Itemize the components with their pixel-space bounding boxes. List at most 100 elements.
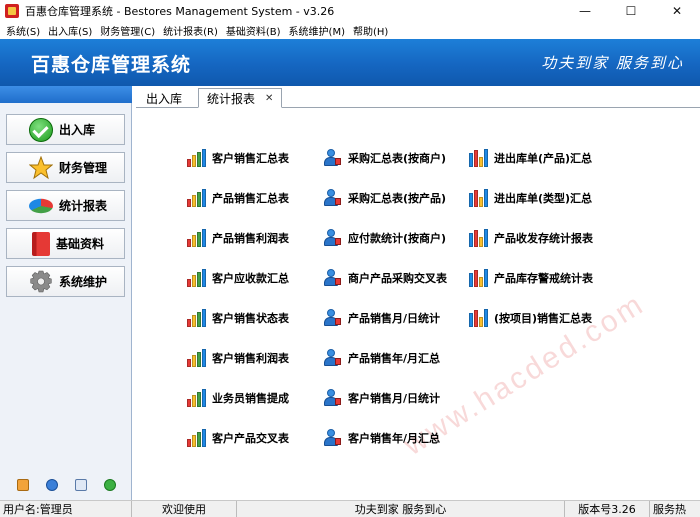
sidebar-item-label: 系统维护 <box>59 275 108 289</box>
bar-chart-icon <box>468 268 490 288</box>
report-link[interactable]: 客户产品交叉表 <box>186 428 289 448</box>
report-label: (按项目)销售汇总表 <box>494 312 593 325</box>
tab-label: 统计报表 <box>207 91 256 106</box>
report-label: 客户销售汇总表 <box>212 152 289 165</box>
menu-basic-data[interactable]: 基础资料(B) <box>222 23 285 38</box>
bar-chart-icon <box>186 348 208 368</box>
report-link[interactable]: 客户销售利润表 <box>186 348 289 368</box>
sidebar-item-reports[interactable]: 统计报表 <box>6 190 125 221</box>
user-report-icon <box>322 188 344 208</box>
minimize-button[interactable]: — <box>562 0 608 22</box>
report-link[interactable]: 商户产品采购交叉表 <box>322 268 447 288</box>
report-label: 产品销售月/日统计 <box>348 312 441 325</box>
sidebar-item-basic-data[interactable]: 基础资料 <box>6 228 125 259</box>
menu-system[interactable]: 系统(S) <box>2 23 44 38</box>
status-user: 用户名:管理员 <box>0 500 132 517</box>
maximize-button[interactable]: ☐ <box>608 0 654 22</box>
report-link[interactable]: 客户销售月/日统计 <box>322 388 440 408</box>
status-welcome: 欢迎使用 <box>132 500 237 517</box>
report-link[interactable]: 产品销售月/日统计 <box>322 308 440 328</box>
user-report-icon <box>322 308 344 328</box>
menu-maintenance[interactable]: 系统维护(M) <box>285 23 349 38</box>
star-icon <box>28 155 54 180</box>
report-link[interactable]: 客户应收款汇总 <box>186 268 289 288</box>
close-button[interactable]: ✕ <box>654 0 700 22</box>
help-icon[interactable] <box>45 479 58 491</box>
report-label: 产品销售年/月汇总 <box>348 352 441 365</box>
app-icon <box>5 4 19 18</box>
report-link[interactable]: 产品销售利润表 <box>186 228 289 248</box>
report-label: 客户产品交叉表 <box>212 432 289 445</box>
report-link[interactable]: 产品库存警戒统计表 <box>468 268 593 288</box>
bar-chart-icon <box>468 188 490 208</box>
edit-icon[interactable] <box>16 479 29 491</box>
menu-reports[interactable]: 统计报表(R) <box>159 23 222 38</box>
report-label: 应付款统计(按商户) <box>348 232 447 245</box>
window-controls: — ☐ ✕ <box>562 0 700 22</box>
user-report-icon <box>322 228 344 248</box>
report-link[interactable]: 进出库单(类型)汇总 <box>468 188 592 208</box>
report-link[interactable]: 进出库单(产品)汇总 <box>468 148 592 168</box>
search-icon[interactable] <box>74 479 87 491</box>
menu-stock[interactable]: 出入库(S) <box>44 23 96 38</box>
report-link[interactable]: 业务员销售提成 <box>186 388 289 408</box>
title-bar: 百惠仓库管理系统 - Bestores Management System - … <box>0 0 700 22</box>
bar-chart-icon <box>186 308 208 328</box>
bar-chart-icon <box>468 148 490 168</box>
report-label: 采购汇总表(按产品) <box>348 192 447 205</box>
report-link[interactable]: 采购汇总表(按商户) <box>322 148 446 168</box>
sidebar-header <box>0 86 132 103</box>
report-link[interactable]: 应付款统计(按商户) <box>322 228 446 248</box>
report-label: 客户销售状态表 <box>212 312 289 325</box>
banner-title: 百惠仓库管理系统 <box>31 54 192 76</box>
report-link[interactable]: 客户销售汇总表 <box>186 148 289 168</box>
report-label: 客户销售利润表 <box>212 352 289 365</box>
report-link[interactable]: (按项目)销售汇总表 <box>468 308 592 328</box>
report-label: 客户销售年/月汇总 <box>348 432 441 445</box>
gear-icon <box>29 270 53 294</box>
sidebar-item-label: 统计报表 <box>59 199 108 213</box>
close-icon[interactable]: ✕ <box>265 93 273 104</box>
user-report-icon <box>322 388 344 408</box>
report-link[interactable]: 客户销售状态表 <box>186 308 289 328</box>
report-label: 业务员销售提成 <box>212 392 289 405</box>
report-link[interactable]: 产品销售年/月汇总 <box>322 348 440 368</box>
status-slogan: 功夫到家 服务到心 <box>237 500 565 517</box>
banner: 百惠仓库管理系统 功夫到家 服务到心 <box>0 39 700 86</box>
menu-finance[interactable]: 财务管理(C) <box>96 23 159 38</box>
report-link[interactable]: 产品收发存统计报表 <box>468 228 593 248</box>
sidebar-toolbar <box>0 476 132 494</box>
check-icon <box>29 117 53 142</box>
bar-chart-icon <box>186 228 208 248</box>
tab-stock[interactable]: 出入库 <box>138 88 190 108</box>
bar-chart-icon <box>468 308 490 328</box>
reports-panel: www.hacded.com 客户销售汇总表 产品销售汇总表 产品销售利润表 客户应收… <box>136 108 700 500</box>
tab-reports[interactable]: 统计报表 ✕ <box>198 88 283 108</box>
report-label: 产品收发存统计报表 <box>494 232 593 245</box>
report-link[interactable]: 客户销售年/月汇总 <box>322 428 440 448</box>
report-link[interactable]: 产品销售汇总表 <box>186 188 289 208</box>
bar-chart-icon <box>186 148 208 168</box>
bar-chart-icon <box>186 388 208 408</box>
banner-slogan: 功夫到家 服务到心 <box>541 54 684 72</box>
exit-icon[interactable] <box>103 479 116 491</box>
sidebar: 出入库 财务管理 统计报表 基础资料 系统维护 <box>0 86 132 500</box>
report-label: 进出库单(类型)汇总 <box>494 192 593 205</box>
sidebar-item-label: 出入库 <box>59 123 96 137</box>
report-link[interactable]: 采购汇总表(按产品) <box>322 188 446 208</box>
sidebar-item-stock[interactable]: 出入库 <box>6 114 125 145</box>
sidebar-item-maintenance[interactable]: 系统维护 <box>6 266 125 297</box>
status-version: 版本号3.26 <box>565 500 650 517</box>
tab-label: 出入库 <box>146 91 183 106</box>
sidebar-item-label: 基础资料 <box>56 237 105 251</box>
menu-bar: 系统(S) 出入库(S) 财务管理(C) 统计报表(R) 基础资料(B) 系统维… <box>0 22 700 39</box>
user-report-icon <box>322 268 344 288</box>
bar-chart-icon <box>468 228 490 248</box>
bar-chart-icon <box>186 188 208 208</box>
report-label: 采购汇总表(按商户) <box>348 152 447 165</box>
report-label: 产品库存警戒统计表 <box>494 272 593 285</box>
status-service: 服务热 <box>653 503 686 516</box>
menu-help[interactable]: 帮助(H) <box>349 23 392 38</box>
sidebar-item-finance[interactable]: 财务管理 <box>6 152 125 183</box>
user-report-icon <box>322 148 344 168</box>
